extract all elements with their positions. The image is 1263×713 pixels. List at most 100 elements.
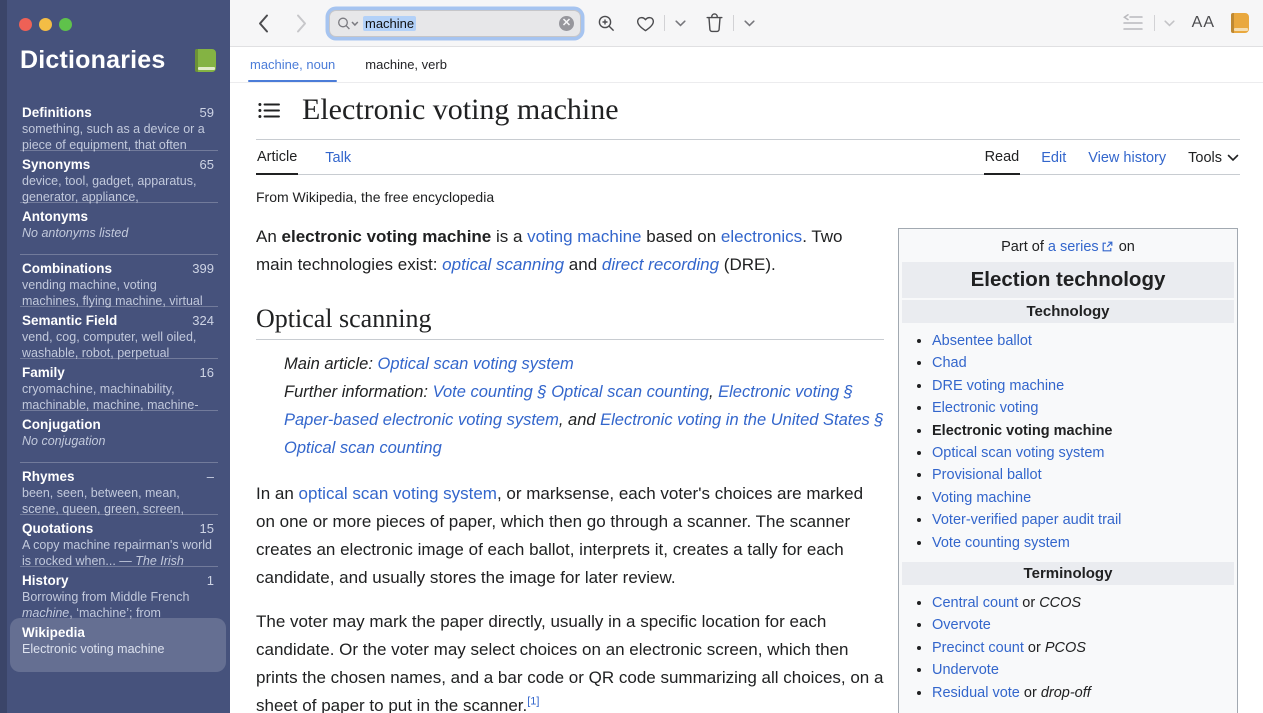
infobox-item[interactable]: Vote counting system — [932, 532, 1234, 554]
favorites-button[interactable] — [633, 10, 657, 36]
site-tagline: From Wikipedia, the free encyclopedia — [256, 189, 1263, 205]
sidebar-item-family[interactable]: Family16 cryomachine, machinability, mac… — [20, 358, 216, 410]
infobox-item[interactable]: Undervote — [932, 659, 1234, 681]
back-button[interactable] — [251, 10, 275, 36]
item-preview: Electronic voting machine — [22, 642, 214, 658]
count-badge: 324 — [192, 313, 214, 328]
minimize-window-button[interactable] — [39, 18, 52, 31]
search-text-selected[interactable]: machine — [363, 16, 416, 31]
link[interactable]: Vote counting § Optical scan counting — [433, 383, 709, 401]
tab-read[interactable]: Read — [984, 140, 1021, 175]
count-badge: 59 — [200, 105, 214, 120]
text-size-button[interactable]: AA — [1192, 10, 1215, 36]
main-pane: machine ✕ — [230, 0, 1263, 713]
chevron-down-icon — [675, 20, 686, 27]
tab-article[interactable]: Article — [256, 140, 298, 175]
intro-paragraph: An electronic voting machine is a voting… — [256, 223, 884, 279]
toolbar: machine ✕ — [230, 0, 1263, 47]
add-search-button[interactable] — [595, 10, 619, 36]
forward-button[interactable] — [289, 10, 313, 36]
trash-icon — [706, 13, 723, 33]
sidebar-item-antonyms[interactable]: Antonyms No antonyms listed — [20, 202, 216, 254]
link[interactable]: Voter-verified paper audit trail — [932, 512, 1121, 528]
tab-machine-verb[interactable]: machine, verb — [363, 47, 449, 82]
infobox-item[interactable]: Absentee ballot — [932, 330, 1234, 352]
fullscreen-window-button[interactable] — [59, 18, 72, 31]
favorites-dropdown-button[interactable] — [672, 10, 688, 36]
infobox-item[interactable]: Optical scan voting system — [932, 442, 1234, 464]
link[interactable]: Provisional ballot — [932, 467, 1042, 483]
namespace-tabs: Article Talk — [256, 140, 352, 174]
infobox-technology-list: Absentee ballot Chad DRE voting machine … — [902, 330, 1234, 554]
search-scope-icon[interactable] — [337, 16, 360, 31]
link[interactable]: Central count — [932, 595, 1018, 611]
trash-button[interactable] — [702, 10, 726, 36]
link[interactable]: Electronic voting — [932, 400, 1038, 416]
link[interactable]: voting machine — [527, 227, 641, 246]
link[interactable]: optical scan voting system — [299, 484, 497, 503]
orange-book-icon[interactable] — [1231, 13, 1249, 33]
body-paragraph: In an optical scan voting system, or mar… — [256, 480, 884, 592]
link[interactable]: Voting machine — [932, 490, 1031, 506]
result-tabbar: machine, noun machine, verb — [230, 47, 1263, 83]
link[interactable]: optical scanning — [442, 255, 564, 274]
link[interactable]: direct recording — [602, 255, 719, 274]
sidebar-item-conjugation[interactable]: Conjugation No conjugation — [20, 410, 216, 462]
series-link[interactable]: a series — [1048, 239, 1099, 255]
infobox-item[interactable]: Overvote — [932, 614, 1234, 636]
toolbar-divider — [733, 15, 734, 31]
tab-edit[interactable]: Edit — [1040, 140, 1067, 174]
infobox-item[interactable]: Chad — [932, 352, 1234, 374]
jump-dropdown-button[interactable] — [1162, 10, 1178, 36]
tab-machine-noun[interactable]: machine, noun — [248, 47, 337, 82]
heart-icon — [636, 15, 655, 32]
infobox-item[interactable]: Provisional ballot — [932, 464, 1234, 486]
link[interactable]: Optical scan voting system — [932, 445, 1104, 461]
body-paragraph: The voter may mark the paper directly, u… — [256, 608, 884, 713]
link[interactable]: Optical scan voting system — [378, 355, 574, 373]
search-input[interactable]: machine ✕ — [329, 10, 581, 37]
infobox-item[interactable]: Voting machine — [932, 487, 1234, 509]
infobox-item[interactable]: Voter-verified paper audit trail — [932, 509, 1234, 531]
sidebar-section-list: Definitions59 something, such as a devic… — [20, 98, 216, 672]
infobox-election-technology: Part of a series on Election technology … — [898, 228, 1238, 713]
count-badge: 15 — [200, 521, 214, 536]
sidebar-item-combinations[interactable]: Combinations399 vending machine, voting … — [20, 254, 216, 306]
sidebar-item-quotations[interactable]: Quotations15 A copy machine repairman's … — [20, 514, 216, 566]
tab-talk[interactable]: Talk — [324, 140, 352, 174]
tools-menu-button[interactable]: Tools — [1187, 140, 1240, 174]
count-badge: 1 — [207, 573, 214, 588]
app-title: Dictionaries — [20, 46, 166, 75]
link[interactable]: Undervote — [932, 662, 999, 678]
outline-arrow-icon — [1121, 14, 1145, 32]
tab-view-history[interactable]: View history — [1087, 140, 1167, 174]
sidebar-item-synonyms[interactable]: Synonyms65 device, tool, gadget, apparat… — [20, 150, 216, 202]
jump-to-entry-button[interactable] — [1119, 10, 1147, 36]
clear-search-icon[interactable]: ✕ — [559, 16, 574, 31]
infobox-section-header-technology: Technology — [902, 300, 1234, 323]
infobox-item[interactable]: Electronic voting — [932, 397, 1234, 419]
link[interactable]: Residual vote — [932, 685, 1020, 701]
sidebar-item-semantic-field[interactable]: Semantic Field324 vend, cog, computer, w… — [20, 306, 216, 358]
sidebar-item-history[interactable]: History1 Borrowing from Middle French ma… — [20, 566, 216, 618]
infobox-item[interactable]: Central count or CCOS — [932, 592, 1234, 614]
sidebar-item-wikipedia[interactable]: Wikipedia Electronic voting machine — [10, 618, 226, 672]
link[interactable]: Vote counting system — [932, 535, 1070, 551]
link[interactable]: Absentee ballot — [932, 333, 1032, 349]
link[interactable]: [1] — [527, 695, 539, 707]
link[interactable]: DRE voting machine — [932, 378, 1064, 394]
link[interactable]: Chad — [932, 355, 967, 371]
item-preview: No antonyms listed — [22, 226, 214, 242]
trash-dropdown-button[interactable] — [741, 10, 757, 36]
infobox-item[interactable]: Residual vote or drop-off — [932, 682, 1234, 704]
link[interactable]: Precinct count — [932, 640, 1024, 656]
close-window-button[interactable] — [19, 18, 32, 31]
link[interactable]: Overvote — [932, 617, 991, 633]
infobox-item[interactable]: Precinct count or PCOS — [932, 637, 1234, 659]
chevron-down-icon — [744, 20, 755, 27]
link[interactable]: electronics — [721, 227, 802, 246]
sidebar-item-rhymes[interactable]: Rhymes– been, seen, between, mean, scene… — [20, 462, 216, 514]
sidebar-item-definitions[interactable]: Definitions59 something, such as a devic… — [20, 98, 216, 150]
infobox-item[interactable]: DRE voting machine — [932, 375, 1234, 397]
table-of-contents-button[interactable] — [256, 100, 282, 121]
